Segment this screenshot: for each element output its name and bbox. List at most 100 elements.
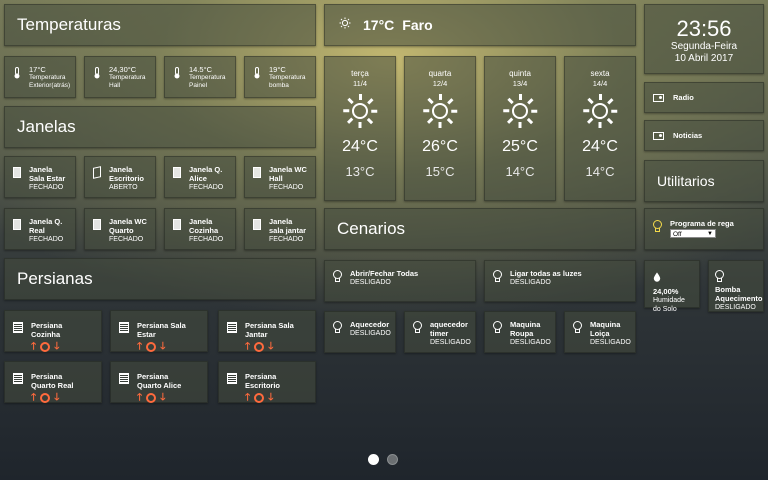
- sun-ray: [439, 94, 442, 100]
- blind-icon: [119, 373, 129, 384]
- bulb-icon: [333, 270, 342, 282]
- bulb-icon: [573, 321, 582, 333]
- window-closed-icon: [93, 219, 101, 230]
- scene-status: DESLIGADO: [350, 279, 391, 286]
- stop-button[interactable]: [254, 393, 265, 403]
- scene-name: aquecedor: [430, 320, 468, 329]
- sun-ray: [371, 109, 378, 113]
- window-tile[interactable]: Janela WC Quarto FECHADO: [84, 208, 156, 250]
- bomba-tile[interactable]: Bomba Aquecimento DESLIGADO: [708, 260, 764, 312]
- thermometer-icon: [173, 66, 183, 97]
- window-closed-icon: [13, 167, 21, 178]
- blind-icon: [13, 322, 23, 333]
- scene-name: Loiça: [590, 329, 610, 338]
- window-closed-icon: [173, 219, 181, 230]
- scene-status: DESLIGADO: [350, 330, 391, 337]
- window-tile[interactable]: Janela WC Hall FECHADO: [244, 156, 316, 198]
- sun-ray: [531, 109, 538, 113]
- window-status: FECHADO: [29, 184, 64, 191]
- sun-ray: [599, 94, 602, 100]
- window-status: FECHADO: [269, 184, 304, 191]
- blind-tile: Persiana Cozinha 🡑 🡓: [4, 310, 102, 352]
- blind-icon: [119, 322, 129, 333]
- scene-tile[interactable]: Ligar todas as luzes DESLIGADO: [484, 260, 636, 302]
- window-tile[interactable]: Janela sala jantar FECHADO: [244, 208, 316, 250]
- stop-button[interactable]: [40, 393, 51, 403]
- page-dot-1[interactable]: [368, 454, 379, 465]
- window-tile[interactable]: Janela Q. Real FECHADO: [4, 208, 76, 250]
- sun-ray: [607, 117, 614, 124]
- window-closed-icon: [253, 167, 261, 178]
- forecast-weekday: sexta: [590, 69, 610, 78]
- window-tile[interactable]: Janela Q. Alice FECHADO: [164, 156, 236, 198]
- temp-tile-bomba[interactable]: 19°C Temperatura bomba: [244, 56, 316, 98]
- scene-tile[interactable]: Maquina Loiça DESLIGADO: [564, 311, 636, 353]
- arrow-up-button[interactable]: 🡑: [245, 392, 250, 403]
- temp-tile-painel[interactable]: 14.5°C Temperatura Painel: [164, 56, 236, 98]
- temp-tile-exterior[interactable]: 17°C Temperatura Exterior(atrás): [4, 56, 76, 98]
- window-name: Janela WC: [109, 217, 147, 226]
- scene-status: DESLIGADO: [590, 339, 631, 346]
- window-tile[interactable]: Janela Sala Estar FECHADO: [4, 156, 76, 198]
- scene-tile[interactable]: aquecedor timer DESLIGADO: [404, 311, 476, 353]
- rega-select[interactable]: Off ▼: [670, 229, 716, 238]
- noticias-tile[interactable]: Noticias: [644, 120, 764, 151]
- blind-name: Estar: [137, 330, 156, 339]
- page-dot-2[interactable]: [387, 454, 398, 465]
- window-name: Janela: [269, 217, 293, 226]
- arrow-up-button[interactable]: 🡑: [31, 341, 36, 352]
- arrow-up-button[interactable]: 🡑: [245, 341, 250, 352]
- arrow-down-button[interactable]: 🡓: [160, 341, 165, 352]
- bomba-name: Bomba: [715, 285, 741, 294]
- scene-tile[interactable]: Maquina Roupa DESLIGADO: [484, 311, 556, 353]
- forecast-low: 15°C: [425, 164, 455, 179]
- forecast-high: 26°C: [422, 138, 458, 155]
- stop-button[interactable]: [254, 342, 265, 352]
- arrow-down-button[interactable]: 🡓: [268, 341, 273, 352]
- blind-icon: [227, 322, 237, 333]
- sun-icon: [583, 94, 618, 128]
- scene-name: Abrir/Fechar Todas: [350, 269, 419, 278]
- utilitarios-title: Utilitarios: [657, 173, 715, 189]
- window-closed-icon: [13, 219, 21, 230]
- window-name: Janela: [109, 165, 133, 174]
- arrow-down-button[interactable]: 🡓: [54, 341, 59, 352]
- window-tile[interactable]: Janela Cozinha FECHADO: [164, 208, 236, 250]
- temp-label: Hall: [109, 82, 121, 89]
- blind-name: Quarto Alice: [137, 381, 182, 390]
- window-tile[interactable]: Janela Escritorio ABERTO: [84, 156, 156, 198]
- sun-ray: [359, 94, 362, 100]
- arrow-down-button[interactable]: 🡓: [268, 392, 273, 403]
- window-status: FECHADO: [29, 236, 64, 243]
- scene-status: DESLIGADO: [510, 279, 551, 286]
- chevron-down-icon: ▼: [707, 231, 713, 237]
- janelas-header: Janelas: [4, 106, 316, 148]
- sun-ray: [587, 117, 594, 124]
- bulb-icon: [493, 270, 502, 282]
- window-name: Janela: [29, 165, 53, 174]
- temp-value: 19°C: [269, 65, 286, 74]
- window-name: Janela: [189, 217, 213, 226]
- sun-ray: [519, 122, 522, 128]
- window-status: ABERTO: [109, 184, 138, 191]
- bomba-status: DESLIGADO: [715, 304, 756, 311]
- scene-name: Maquina: [590, 320, 621, 329]
- stop-button[interactable]: [146, 393, 157, 403]
- clock-date: 10 Abril 2017: [674, 53, 734, 64]
- blind-name: Persiana: [245, 372, 277, 381]
- arrow-up-button[interactable]: 🡑: [137, 341, 142, 352]
- weather-current-tile[interactable]: 17°C Faro: [324, 4, 636, 46]
- arrow-down-button[interactable]: 🡓: [160, 392, 165, 403]
- blind-name: Persiana Sala: [137, 321, 186, 330]
- stop-button[interactable]: [146, 342, 157, 352]
- temp-tile-hall[interactable]: 24,30°C Temperatura Hall: [84, 56, 156, 98]
- scene-tile[interactable]: Aquecedor DESLIGADO: [324, 311, 396, 353]
- temp-label: Temperatura: [29, 74, 66, 81]
- arrow-down-button[interactable]: 🡓: [54, 392, 59, 403]
- humidity-label: Humidade: [653, 297, 685, 304]
- arrow-up-button[interactable]: 🡑: [137, 392, 142, 403]
- scene-tile[interactable]: Abrir/Fechar Todas DESLIGADO: [324, 260, 476, 302]
- radio-tile[interactable]: Radio: [644, 82, 764, 113]
- arrow-up-button[interactable]: 🡑: [31, 392, 36, 403]
- stop-button[interactable]: [40, 342, 51, 352]
